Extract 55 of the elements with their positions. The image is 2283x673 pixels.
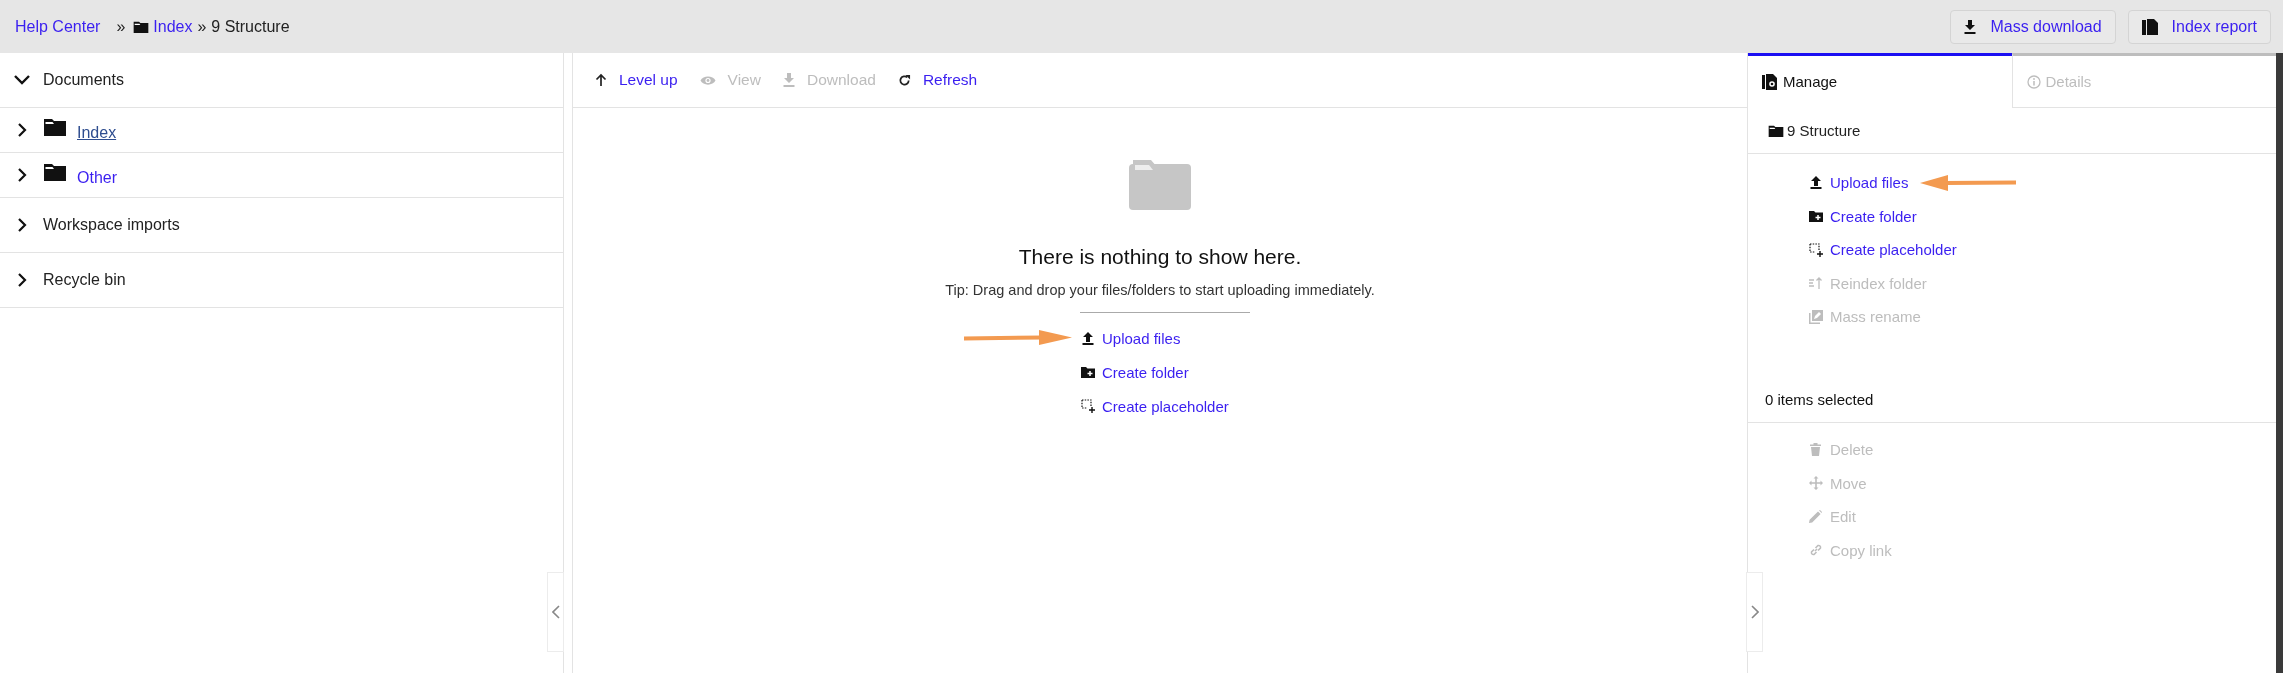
info-icon bbox=[2026, 74, 2041, 89]
placeholder-icon bbox=[1080, 399, 1095, 413]
folder-icon bbox=[43, 117, 67, 137]
folder-plus-icon bbox=[1080, 366, 1095, 378]
pencil-icon bbox=[1808, 510, 1823, 524]
download-icon bbox=[1964, 19, 1977, 34]
empty-state-tip: Tip: Drag and drop your files/folders to start uploading immediately. bbox=[945, 282, 1375, 298]
action-link[interactable]: Create folder bbox=[1830, 207, 1917, 225]
breadcrumb-current: 9 Structure bbox=[211, 17, 290, 36]
up-arrow-icon bbox=[595, 73, 607, 87]
download-icon bbox=[782, 73, 795, 87]
action-link[interactable]: Upload files bbox=[1102, 329, 1181, 347]
tree-folder-link[interactable]: Other bbox=[77, 168, 117, 187]
upload-icon bbox=[1808, 176, 1823, 190]
panel-tab[interactable]: Manage bbox=[1748, 53, 2012, 108]
empty-folder-icon bbox=[1129, 160, 1191, 210]
tree-item[interactable]: Documents bbox=[43, 71, 124, 89]
folder-plus-icon bbox=[1808, 210, 1823, 223]
expand-handle[interactable] bbox=[1746, 572, 1763, 652]
chevron-right-icon[interactable] bbox=[17, 123, 27, 137]
upload-icon bbox=[1080, 331, 1095, 345]
folder-icon bbox=[1768, 123, 1784, 138]
toolbar-button[interactable]: Refresh bbox=[897, 71, 978, 89]
file-gear-icon bbox=[1762, 73, 1778, 90]
action-link[interactable]: Create placeholder bbox=[1102, 397, 1229, 415]
action-link[interactable]: Upload files bbox=[1830, 174, 1909, 192]
tree-item[interactable]: Workspace imports bbox=[43, 216, 180, 234]
folder-icon bbox=[133, 19, 150, 34]
selection-count: 0 items selected bbox=[1748, 376, 2276, 423]
tree-folder-link[interactable]: Index bbox=[77, 123, 117, 142]
breadcrumb-link[interactable]: Help Center bbox=[15, 17, 101, 36]
header-button[interactable]: Mass download bbox=[1950, 9, 2116, 44]
rename-icon bbox=[1808, 309, 1823, 324]
refresh-icon bbox=[897, 73, 911, 87]
current-folder-name: 9 Structure bbox=[1787, 122, 1861, 139]
move-icon bbox=[1808, 476, 1823, 491]
breadcrumb-link[interactable]: Index bbox=[153, 17, 193, 36]
tree-item[interactable]: Recycle bin bbox=[43, 271, 126, 289]
breadcrumb-separator: » bbox=[197, 17, 207, 36]
action-link[interactable]: Create placeholder bbox=[1830, 241, 1957, 259]
trash-icon bbox=[1808, 443, 1823, 457]
collapse-handle[interactable] bbox=[547, 572, 564, 652]
header-button[interactable]: Index report bbox=[2127, 9, 2271, 44]
folder-icon bbox=[43, 162, 67, 182]
link-icon bbox=[1808, 543, 1823, 558]
sort-icon bbox=[1808, 277, 1823, 290]
chevron-right-icon[interactable] bbox=[17, 168, 27, 182]
toolbar-button[interactable]: Level up bbox=[595, 71, 678, 89]
documents-icon bbox=[2141, 18, 2158, 35]
chevron-down-icon[interactable] bbox=[13, 75, 31, 85]
action-link[interactable]: Create folder bbox=[1102, 363, 1189, 381]
empty-state-title: There is nothing to show here. bbox=[1018, 245, 1302, 269]
placeholder-icon bbox=[1808, 242, 1823, 257]
breadcrumb-separator: » bbox=[116, 17, 126, 36]
eye-icon bbox=[699, 74, 716, 86]
